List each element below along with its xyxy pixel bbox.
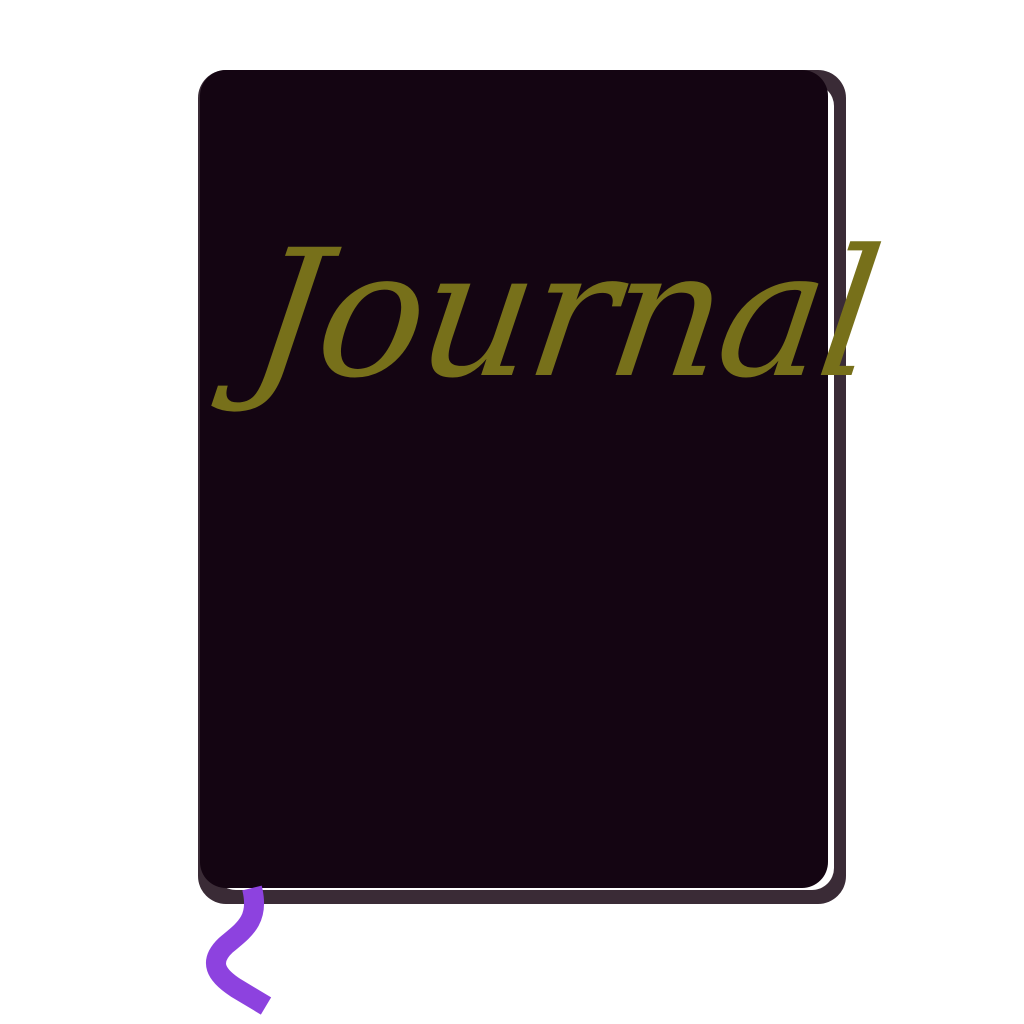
cover-title: Journal [239, 212, 889, 417]
journal-book [198, 70, 846, 1015]
journal-illustration: Journal [0, 0, 1024, 1024]
bookmark-ribbon-icon [206, 885, 272, 1015]
